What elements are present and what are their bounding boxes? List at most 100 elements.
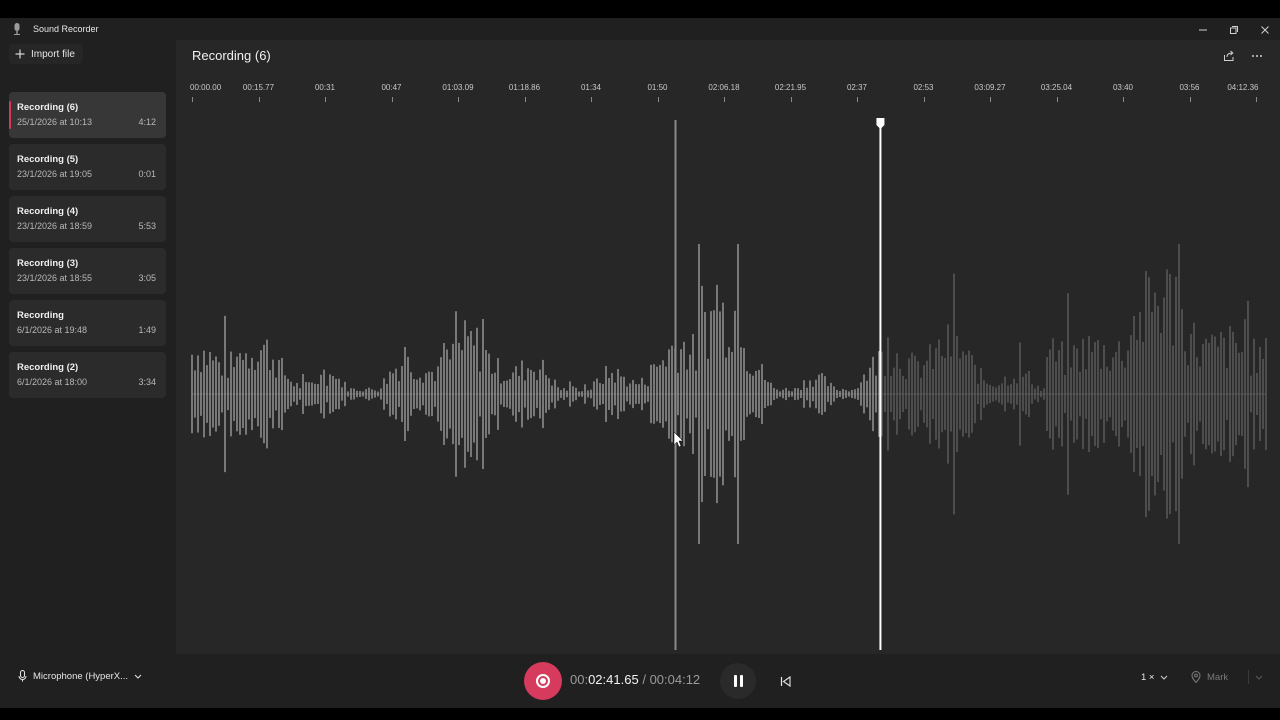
pause-icon [733,675,737,687]
control-bar: Microphone (HyperX... 00:02:41.65 / 00:0… [0,654,1280,708]
time-separator: / [642,672,646,687]
recording-duration: 5:53 [138,221,156,231]
timeline-tick [990,97,991,102]
timeline-tick [192,97,193,102]
recording-name: Recording (5) [17,154,79,165]
plus-icon [15,49,25,59]
chevron-down-icon [134,674,142,679]
timeline-tick-label: 04:12.36 [1227,83,1259,92]
recording-date: 23/1/2026 at 19:05 [17,169,93,179]
record-icon [536,674,550,688]
timeline-tick [1256,97,1257,102]
timeline-tick-label: 02:53 [913,83,934,92]
timeline-tick-label: 03:09.27 [974,83,1006,92]
timeline-tick [591,97,592,102]
timeline-tick-label: 00:47 [381,83,402,92]
timeline-tick-label: 03:25.04 [1040,83,1073,92]
recording-duration: 3:05 [138,273,156,283]
timeline-tick-label: 00:00.00 [190,83,222,92]
timeline-tick [1123,97,1124,102]
recordings-sidebar: Import file Recording (6) 25/1/2026 at 1… [0,40,176,654]
pause-button[interactable] [720,663,756,699]
mark-pin-icon [1191,671,1201,683]
recording-item-selected[interactable]: Recording (6) 25/1/2026 at 10:13 4:12 [9,92,166,138]
mark-button[interactable]: Mark [1191,670,1263,684]
recording-name: Recording (4) [17,206,79,217]
speed-label: 1 × [1141,672,1155,683]
mark-label: Mark [1207,671,1229,683]
timeline-tick-label: 03:56 [1179,83,1200,92]
share-icon [1224,50,1234,61]
recording-date: 6/1/2026 at 18:00 [17,377,88,387]
maximize-button[interactable] [1219,20,1249,40]
timeline-tick-label: 03:40 [1112,83,1134,92]
timeline-tick [1189,97,1191,102]
waveform[interactable] [176,104,1280,654]
timeline-tick [391,97,393,102]
timeline-tick-label: 02:21.95 [774,83,807,92]
recording-date: 25/1/2026 at 10:13 [17,117,93,127]
chevron-down-icon [1255,675,1263,680]
share-button[interactable] [1219,46,1239,66]
timeline-tick [724,97,725,102]
timeline-tick-label: 02:06.18 [708,83,740,92]
timeline-ruler[interactable]: 00:00.00 00:15.77 00:31 00:47 01:03.09 01:18.… [190,80,1268,104]
import-file-label: Import file [31,48,75,60]
timeline-tick-label: 01:50 [647,83,668,92]
restart-icon [780,675,791,687]
recording-date: 23/1/2026 at 18:59 [17,221,93,231]
recording-duration: 3:34 [138,377,156,387]
recording-name: Recording (6) [17,102,79,113]
recording-item[interactable]: Recording 6/1/2026 at 19:48 1:49 [9,300,166,346]
timeline-tick-label: 01:03.09 [442,83,474,92]
record-button[interactable] [524,662,562,700]
total-time: 00:04:12 [649,672,701,687]
recording-name: Recording [17,310,64,321]
timeline-tick [458,97,459,102]
timeline-tick-label: 01:34 [580,83,602,92]
recording-item[interactable]: Recording (3) 23/1/2026 at 18:55 3:05 [9,248,166,294]
more-options-button[interactable] [1247,46,1267,66]
recording-date: 23/1/2026 at 18:55 [17,273,93,283]
playback-time: 00:02:41.65 / 00:04:12 [570,672,700,687]
app-title: Sound Recorder [33,24,99,34]
playback-panel: Recording (6) 00:00.00 00:15.77 00:31 00:47… [176,40,1280,654]
recording-name: Recording (2) [17,362,79,373]
recording-name: Recording (3) [17,258,79,269]
more-icon [1252,55,1262,57]
chevron-down-icon [1161,675,1168,680]
recording-duration: 4:12 [138,117,156,127]
current-time: 02:41.65 [588,672,639,687]
recording-item[interactable]: Recording (5) 23/1/2026 at 19:05 0:01 [9,144,166,190]
timeline-tick [258,97,260,102]
import-file-button[interactable]: Import file [9,44,83,64]
timeline-tick [1056,97,1058,102]
recording-item[interactable]: Recording (2) 6/1/2026 at 18:00 3:34 [9,352,166,398]
minimize-button[interactable] [1188,20,1218,40]
timeline-tick [857,97,858,102]
timeline-tick [923,97,925,102]
microphone-selector[interactable]: Microphone (HyperX... [18,670,142,682]
maximize-icon [1230,26,1238,34]
recording-duration: 1:49 [138,325,156,335]
recording-title: Recording (6) [192,48,271,63]
sound-recorder-window: Sound Recorder Import file Recording (6)… [0,18,1280,708]
time-prefix: 00: [570,672,589,687]
timeline-tick [657,97,659,102]
timeline-tick-label: 00:31 [314,83,336,92]
playback-speed-selector[interactable]: 1 × [1141,672,1168,683]
title-bar: Sound Recorder [0,18,1280,40]
selection-indicator [9,101,11,129]
timeline-tick-label: 02:37 [846,83,868,92]
microphone-label: Microphone (HyperX... [33,670,129,682]
playhead-icon[interactable] [876,118,885,129]
minimize-icon [1199,29,1207,31]
timeline-tick [790,97,792,102]
timeline-tick-label: 01:18.86 [508,83,541,92]
timeline-tick [325,97,326,102]
timeline-tick-label: 00:15.77 [242,83,275,92]
close-button[interactable] [1250,20,1280,40]
recording-item[interactable]: Recording (4) 23/1/2026 at 18:59 5:53 [9,196,166,242]
restart-button[interactable] [775,671,795,691]
microphone-app-icon [14,23,20,35]
